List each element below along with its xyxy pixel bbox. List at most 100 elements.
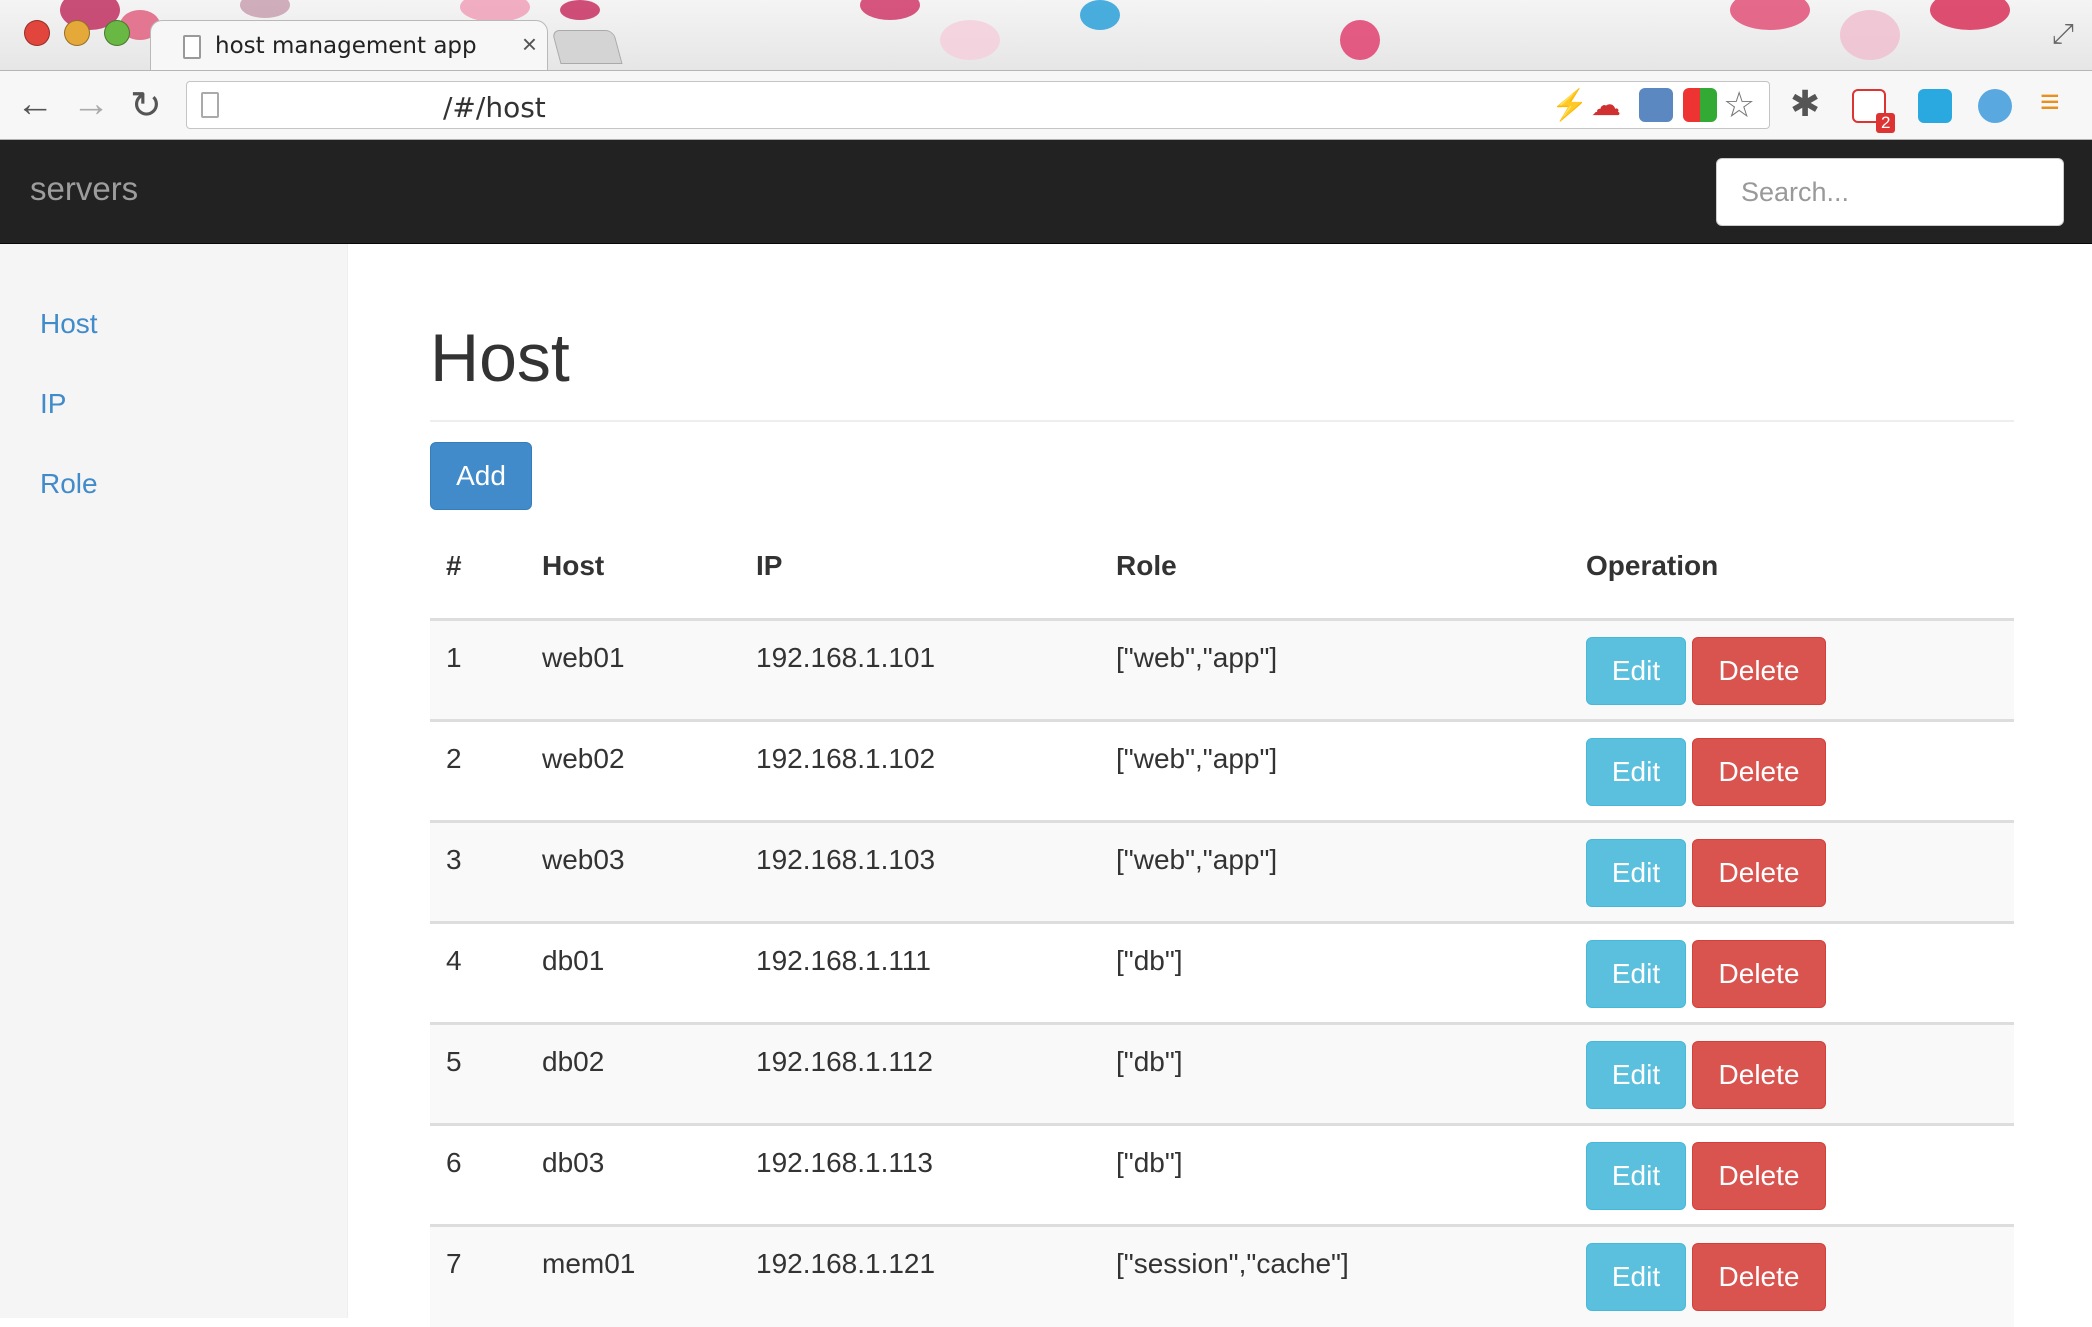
column-header-ip: IP	[740, 514, 1100, 621]
row-operations: Edit Delete	[1570, 1022, 2014, 1125]
v-extension-icon[interactable]	[1978, 89, 2012, 123]
window-close-button[interactable]	[24, 20, 50, 46]
delete-button[interactable]: Delete	[1692, 940, 1826, 1008]
tab-close-icon[interactable]: ×	[522, 29, 537, 60]
app-navbar: servers	[0, 140, 2092, 244]
theme-decoration	[560, 0, 600, 20]
edit-button[interactable]: Edit	[1586, 738, 1686, 806]
row-role: ["web","app"]	[1100, 618, 1570, 721]
brand-link[interactable]: servers	[30, 170, 138, 208]
bug-extension-icon[interactable]: ✱	[1790, 83, 1820, 125]
address-bar[interactable]: /#/host ⚡ ☁ ☆	[186, 81, 1770, 129]
tab-title: host management app	[215, 33, 477, 59]
row-ip: 192.168.1.103	[740, 820, 1100, 923]
row-ip: 192.168.1.111	[740, 921, 1100, 1024]
divider	[430, 420, 2014, 422]
row-role: ["db"]	[1100, 1022, 1570, 1125]
row-operations: Edit Delete	[1570, 618, 2014, 721]
edit-button[interactable]: Edit	[1586, 1243, 1686, 1311]
row-operations: Edit Delete	[1570, 1123, 2014, 1226]
delete-button[interactable]: Delete	[1692, 738, 1826, 806]
twitter-icon[interactable]	[1918, 89, 1952, 123]
row-number: 3	[430, 820, 526, 923]
cloud-icon[interactable]: ☁	[1591, 88, 1621, 123]
table-row: 7 mem01 192.168.1.121 ["session","cache"] Ed…	[430, 1224, 2014, 1327]
edit-button[interactable]: Edit	[1586, 637, 1686, 705]
column-header-operation: Operation	[1570, 514, 2014, 621]
table-row: 6 db03 192.168.1.113 ["db"] Edit Delete	[430, 1123, 2014, 1226]
edit-button[interactable]: Edit	[1586, 1142, 1686, 1210]
search-input[interactable]	[1716, 158, 2064, 226]
row-role: ["session","cache"]	[1100, 1224, 1570, 1327]
theme-decoration	[1730, 0, 1810, 30]
theme-decoration	[1340, 20, 1380, 60]
theme-decoration	[1930, 0, 2010, 30]
row-number: 1	[430, 618, 526, 721]
delete-button[interactable]: Delete	[1692, 637, 1826, 705]
row-operations: Edit Delete	[1570, 1224, 2014, 1327]
delete-button[interactable]: Delete	[1692, 839, 1826, 907]
add-button[interactable]: Add	[430, 442, 532, 510]
row-role: ["web","app"]	[1100, 820, 1570, 923]
table-row: 1 web01 192.168.1.101 ["web","app"] Edit Dele…	[430, 618, 2014, 721]
page-icon	[201, 92, 219, 118]
delete-button[interactable]: Delete	[1692, 1142, 1826, 1210]
theme-decoration	[240, 0, 290, 18]
host-table: # Host IP Role Operation 1 web01 192.168.1…	[430, 514, 2014, 1327]
theme-decoration	[860, 0, 920, 20]
delete-button[interactable]: Delete	[1692, 1243, 1826, 1311]
row-role: ["web","app"]	[1100, 719, 1570, 822]
back-icon[interactable]: ←	[16, 83, 54, 126]
tumblr-icon[interactable]	[1639, 88, 1673, 122]
row-number: 4	[430, 921, 526, 1024]
row-role: ["db"]	[1100, 1123, 1570, 1226]
table-row: 4 db01 192.168.1.111 ["db"] Edit Delete	[430, 921, 2014, 1024]
column-header-number: #	[430, 514, 526, 621]
table-row: 2 web02 192.168.1.102 ["web","app"] Edit Dele…	[430, 719, 2014, 822]
theme-decoration	[460, 0, 530, 22]
reload-icon[interactable]: ↻	[130, 83, 162, 128]
edit-button[interactable]: Edit	[1586, 839, 1686, 907]
row-host: web03	[526, 820, 740, 923]
color-grid-icon[interactable]	[1683, 88, 1717, 122]
theme-decoration	[940, 20, 1000, 60]
row-ip: 192.168.1.102	[740, 719, 1100, 822]
row-role: ["db"]	[1100, 921, 1570, 1024]
gmail-badge: 2	[1876, 113, 1896, 133]
row-number: 7	[430, 1224, 526, 1327]
edit-button[interactable]: Edit	[1586, 940, 1686, 1008]
bookmark-star-icon[interactable]: ☆	[1723, 84, 1755, 126]
row-number: 2	[430, 719, 526, 822]
row-operations: Edit Delete	[1570, 820, 2014, 923]
window-minimize-button[interactable]	[64, 20, 90, 46]
sidebar-item-ip[interactable]: IP	[40, 388, 66, 420]
sidebar: Host IP Role	[0, 244, 348, 1318]
browser-tab[interactable]: host management app ×	[150, 20, 548, 70]
url-text[interactable]: /#/host	[443, 91, 546, 124]
table-row: 5 db02 192.168.1.112 ["db"] Edit Delete	[430, 1022, 2014, 1125]
delete-button[interactable]: Delete	[1692, 1041, 1826, 1109]
row-host: mem01	[526, 1224, 740, 1327]
column-header-role: Role	[1100, 514, 1570, 621]
sidebar-item-host[interactable]: Host	[40, 308, 98, 340]
row-operations: Edit Delete	[1570, 921, 2014, 1024]
row-host: db01	[526, 921, 740, 1024]
edit-button[interactable]: Edit	[1586, 1041, 1686, 1109]
window-zoom-button[interactable]	[104, 20, 130, 46]
sidebar-item-role[interactable]: Role	[40, 468, 98, 500]
row-operations: Edit Delete	[1570, 719, 2014, 822]
column-header-host: Host	[526, 514, 740, 621]
fullscreen-icon[interactable]: ⤢	[2052, 18, 2074, 51]
lightning-icon[interactable]: ⚡	[1551, 88, 1588, 123]
row-host: web01	[526, 618, 740, 721]
row-host: db03	[526, 1123, 740, 1226]
menu-icon[interactable]: ≡	[2040, 83, 2060, 122]
page-icon	[183, 35, 201, 59]
row-number: 6	[430, 1123, 526, 1226]
browser-toolbar: ← → ↻ /#/host ⚡ ☁ ☆ ✱ 2 ≡	[0, 70, 2092, 140]
new-tab-button[interactable]	[551, 30, 623, 64]
row-number: 5	[430, 1022, 526, 1125]
row-host: web02	[526, 719, 740, 822]
forward-icon[interactable]: →	[72, 83, 110, 126]
table-header-row: # Host IP Role Operation	[430, 514, 2014, 621]
